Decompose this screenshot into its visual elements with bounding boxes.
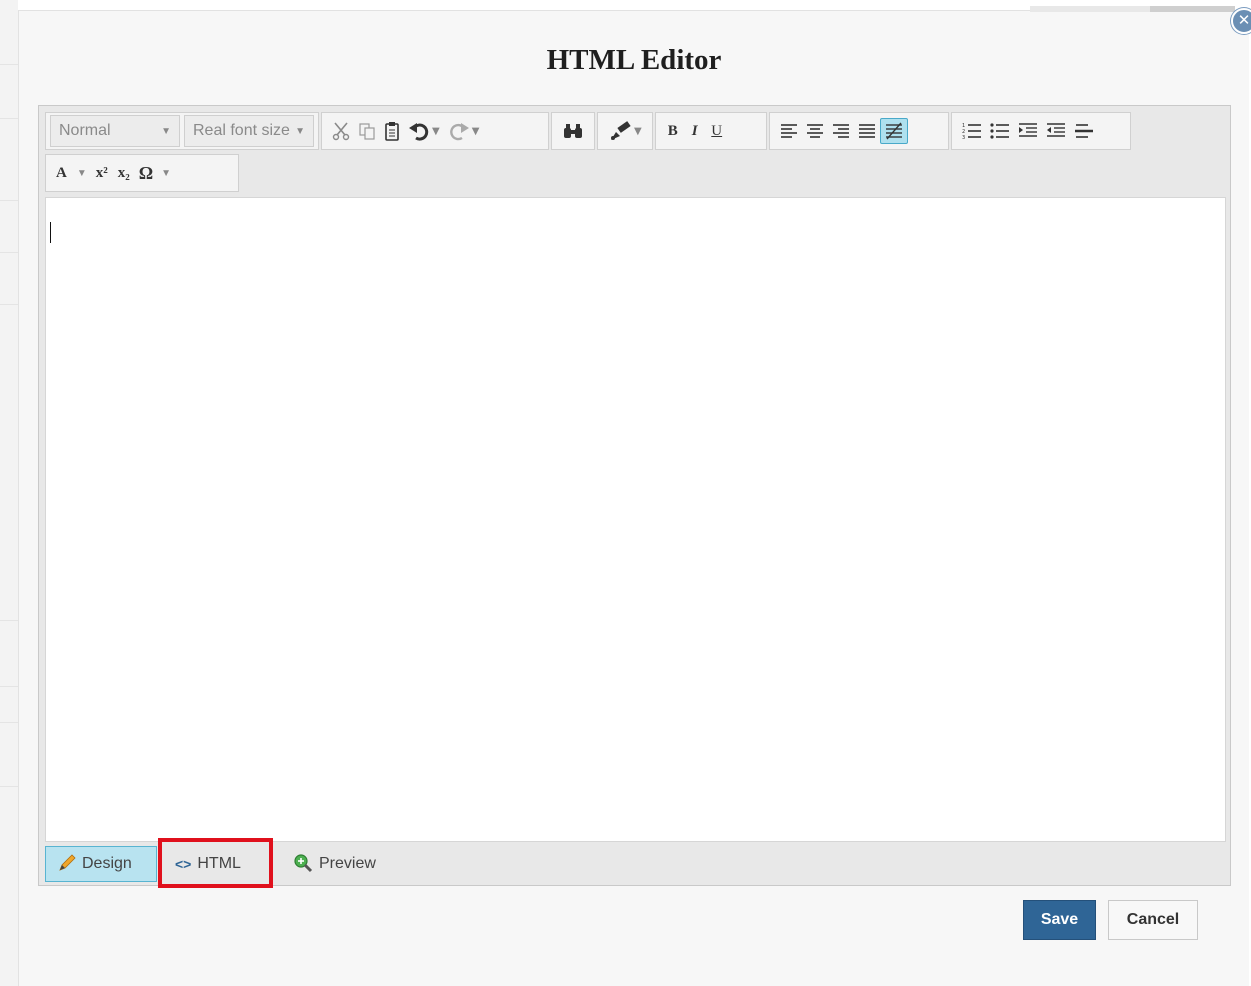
- toolbar-group-alignment: [768, 112, 949, 150]
- toolbar-group-fonts: A ▼ x² x₂ Ω ▼: [45, 154, 239, 192]
- magnifier-icon: [293, 853, 313, 876]
- font-color-button[interactable]: A ▼: [52, 160, 91, 186]
- backdrop-divider: [0, 686, 18, 687]
- tab-design-label: Design: [82, 855, 132, 872]
- dialog-title: HTML Editor: [546, 44, 722, 76]
- chevron-down-icon: ▼: [634, 125, 642, 137]
- toolbar-row-2: A ▼ x² x₂ Ω ▼: [45, 154, 241, 192]
- format-dropdown[interactable]: Normal ▼: [50, 115, 180, 147]
- italic-button[interactable]: I: [684, 118, 706, 144]
- toolbar-group-text-style: B I U: [654, 112, 767, 150]
- backdrop-divider: [0, 118, 18, 119]
- backdrop-divider: [0, 200, 18, 201]
- backdrop-divider: [0, 304, 18, 305]
- toolbar-group-dropdowns: Normal ▼ Real font size ▼: [45, 112, 319, 150]
- chevron-down-icon: ▼: [161, 125, 171, 137]
- chevron-down-icon: ▼: [432, 125, 440, 137]
- align-right-icon: [832, 124, 849, 138]
- indent-button[interactable]: [1014, 118, 1042, 144]
- copy-icon: [359, 123, 375, 140]
- cancel-button[interactable]: Cancel: [1108, 900, 1198, 940]
- font-color-label: A: [56, 164, 67, 181]
- text-cursor: [50, 222, 51, 243]
- tab-html-label: HTML: [197, 855, 241, 872]
- binoculars-icon: [564, 124, 582, 138]
- editor-content-area[interactable]: [45, 197, 1226, 842]
- pencil-icon: [58, 853, 76, 875]
- dialog-header-strip: [1150, 6, 1235, 12]
- backdrop-divider: [0, 252, 18, 253]
- justify-icon: [858, 124, 875, 138]
- backdrop-divider: [0, 722, 18, 723]
- redo-icon: [449, 123, 469, 141]
- ordered-list-icon: 123: [962, 123, 981, 140]
- subscript-button[interactable]: x₂: [113, 160, 135, 186]
- toolbar-group-find: [551, 112, 595, 150]
- chevron-down-icon: ▼: [295, 125, 305, 137]
- special-characters-button[interactable]: Ω ▼: [135, 160, 175, 186]
- toolbar-row-1: Normal ▼ Real font size ▼ ▼ ▼ ▼ B I U 1 …: [45, 112, 1133, 150]
- backdrop-divider: [0, 620, 18, 621]
- toolbar-group-lists: 123: [950, 112, 1131, 150]
- outdent-button[interactable]: [1042, 118, 1070, 144]
- tab-design[interactable]: Design: [45, 846, 157, 882]
- horizontal-rule-icon: [1074, 124, 1093, 138]
- copy-button[interactable]: [354, 118, 380, 144]
- align-center-icon: [806, 124, 823, 138]
- rich-text-editor: Normal ▼ Real font size ▼ ▼ ▼ ▼ B I U 1 …: [38, 105, 1231, 886]
- font-size-dropdown[interactable]: Real font size ▼: [184, 115, 314, 147]
- find-button[interactable]: [558, 118, 588, 144]
- chevron-down-icon: ▼: [471, 125, 480, 137]
- code-icon: <>: [175, 856, 192, 872]
- outdent-icon: [1046, 123, 1065, 137]
- remove-alignment-button[interactable]: [879, 118, 908, 144]
- underline-button[interactable]: U: [706, 118, 728, 144]
- bold-button[interactable]: B: [662, 118, 684, 144]
- page-backdrop: [0, 0, 18, 986]
- omega-icon: Ω: [138, 162, 154, 183]
- paintbrush-icon: [611, 121, 631, 140]
- horizontal-rule-button[interactable]: [1070, 118, 1098, 144]
- format-dropdown-value: Normal: [59, 122, 111, 139]
- superscript-button[interactable]: x²: [91, 160, 113, 186]
- ordered-list-button[interactable]: 123: [958, 118, 986, 144]
- cut-button[interactable]: [328, 118, 354, 144]
- unordered-list-button[interactable]: [986, 118, 1014, 144]
- clipboard-icon: [385, 122, 399, 141]
- svg-text:3: 3: [962, 135, 965, 140]
- align-left-button[interactable]: [776, 118, 802, 144]
- editor-mode-tabs: Design <> HTML Preview: [45, 845, 388, 883]
- toolbar-group-clipboard: ▼ ▼: [321, 112, 549, 150]
- scissors-icon: [332, 122, 350, 141]
- tab-preview-label: Preview: [319, 855, 376, 872]
- font-size-dropdown-value: Real font size: [193, 122, 290, 139]
- redo-button[interactable]: ▼: [444, 118, 484, 144]
- undo-icon: [409, 123, 429, 141]
- align-right-button[interactable]: [828, 118, 854, 144]
- align-center-button[interactable]: [802, 118, 828, 144]
- toolbar-group-painter: ▼: [597, 112, 653, 150]
- save-button[interactable]: Save: [1023, 900, 1096, 940]
- close-icon[interactable]: ✕: [1231, 8, 1251, 34]
- tab-preview[interactable]: Preview: [277, 846, 388, 882]
- align-left-icon: [780, 124, 797, 138]
- backdrop-divider: [0, 786, 18, 787]
- justify-button[interactable]: [854, 118, 880, 144]
- paste-button[interactable]: [380, 118, 404, 144]
- format-painter-button[interactable]: ▼: [604, 118, 646, 144]
- tab-html[interactable]: <> HTML: [157, 846, 277, 882]
- unordered-list-icon: [990, 123, 1009, 139]
- undo-button[interactable]: ▼: [404, 118, 444, 144]
- indent-icon: [1018, 123, 1037, 137]
- chevron-down-icon: ▼: [76, 167, 87, 179]
- remove-alignment-icon: [885, 122, 902, 140]
- chevron-down-icon: ▼: [161, 167, 172, 179]
